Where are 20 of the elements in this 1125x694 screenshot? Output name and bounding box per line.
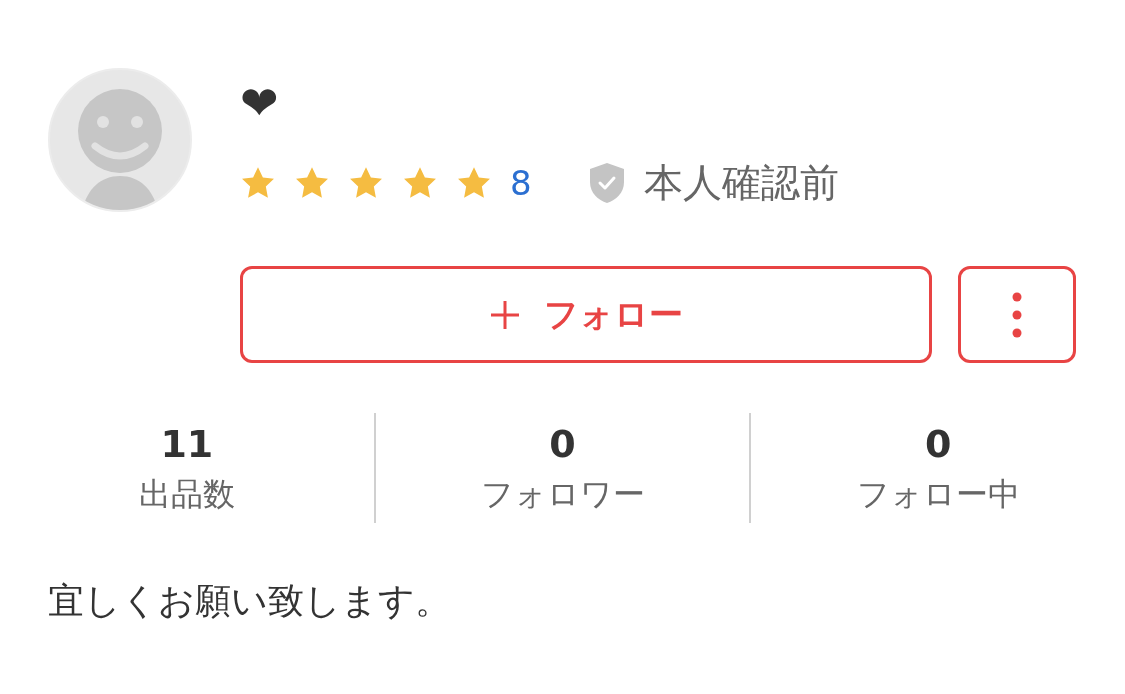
shield-check-icon: [587, 162, 626, 204]
stat-count: 0: [924, 422, 952, 466]
star-icon: [456, 166, 492, 200]
star-icon: [348, 166, 384, 200]
more-dots-icon: [1012, 291, 1022, 338]
stat-label[interactable]: フォロワー: [480, 474, 645, 514]
bio-text: 宜しくお願い致します。: [48, 580, 451, 621]
stat-label[interactable]: 出品数: [138, 474, 235, 514]
user-name: ❤: [240, 78, 279, 128]
star-icon: [294, 166, 330, 200]
verification-status: 本人確認前: [643, 160, 839, 206]
stat-count: 11: [160, 422, 214, 466]
star-icon: [402, 166, 438, 200]
star-icon: [240, 166, 276, 200]
stat-count: 0: [549, 422, 576, 466]
plus-icon: [489, 299, 520, 330]
stat-label[interactable]: フォロー中: [856, 474, 1020, 514]
more-options-button[interactable]: [958, 266, 1076, 363]
follow-button[interactable]: フォロー: [240, 266, 932, 363]
rating-count[interactable]: 8: [510, 163, 532, 203]
